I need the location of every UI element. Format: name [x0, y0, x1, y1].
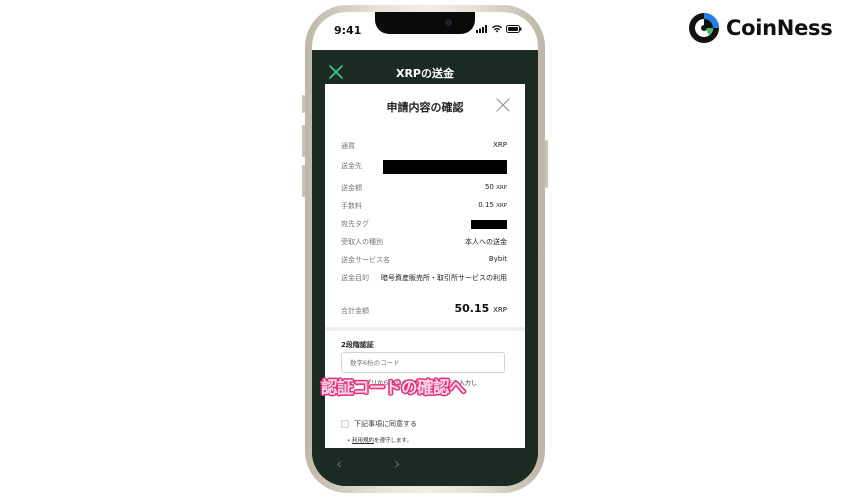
status-bar: 9:41: [312, 12, 538, 50]
row-value: 暗号資産販売所・取引所サービスの利用: [381, 274, 507, 282]
row-destination: 送金先: [341, 158, 507, 174]
row-purpose: 送金目的 暗号資産販売所・取引所サービスの利用: [341, 270, 507, 284]
row-value: 0.15 XRP: [478, 201, 507, 209]
verification-code-input[interactable]: [341, 352, 505, 373]
phone-volume-up-button: [302, 125, 305, 157]
modal-title: 申請内容の確認: [386, 101, 464, 114]
modal-close-icon[interactable]: [496, 98, 510, 112]
terms-link[interactable]: 利用規約: [352, 438, 374, 444]
row-label: 送金サービス名: [341, 256, 390, 264]
two-factor-title: 2段階認証: [341, 341, 374, 349]
row-label: 通貨: [341, 142, 355, 150]
coinness-logo-icon: [689, 13, 719, 43]
wifi-icon: [492, 25, 502, 33]
battery-icon: [506, 25, 522, 33]
notch: [375, 12, 475, 34]
redacted-tag: [471, 220, 507, 229]
row-amount: 送金額 50 XRP: [341, 180, 507, 194]
brand-logo-group: CoinNess: [688, 12, 833, 44]
row-label: 宛先タグ: [341, 220, 369, 228]
row-value: 50 XRP: [484, 183, 507, 191]
status-icons: [476, 25, 522, 33]
terms-line: • 利用規約を遵守します。: [347, 438, 412, 444]
row-recipient-type: 受取人の種別 本人への送金: [341, 234, 507, 248]
signal-icon: [476, 25, 487, 33]
row-label: 送金先: [341, 162, 362, 170]
total-label: 合計金額: [341, 307, 369, 315]
row-value: XRP: [493, 141, 507, 149]
browser-toolbar: ‹ ›: [312, 448, 538, 486]
overlay-caption: 認証コードの確認へ: [321, 378, 466, 397]
agreement-row[interactable]: 下記事項に同意する: [341, 419, 417, 429]
redacted-address: [383, 160, 507, 174]
phone-volume-down-button: [302, 165, 305, 197]
row-service-name: 送金サービス名 Bybit: [341, 252, 507, 266]
row-value: Bybit: [488, 255, 507, 263]
row-label: 送金額: [341, 184, 362, 192]
phone-power-button: [545, 140, 548, 188]
total-value: 50.15 XRP: [454, 302, 507, 315]
back-arrow-icon[interactable]: ‹: [336, 454, 342, 473]
agreement-label: 下記事項に同意する: [354, 420, 417, 428]
forward-arrow-icon[interactable]: ›: [394, 454, 400, 473]
phone-side-button: [302, 95, 305, 113]
agreement-checkbox[interactable]: [341, 420, 349, 428]
row-destination-tag: 宛先タグ: [341, 216, 507, 230]
front-camera-icon: [445, 19, 452, 26]
app-title: XRPの送金: [395, 67, 454, 80]
row-label: 手数料: [341, 202, 362, 210]
row-label: 受取人の種別: [341, 238, 383, 246]
section-divider: [325, 327, 525, 331]
phone-screen: 9:41 XRPの送金 申請内容の確認 通貨 XRP 送金先 送金額 50 XR…: [312, 12, 538, 486]
row-fee: 手数料 0.15 XRP: [341, 198, 507, 212]
status-time: 9:41: [334, 24, 362, 37]
row-label: 送金目的: [341, 274, 369, 282]
row-value: 本人への送金: [465, 238, 507, 246]
row-currency: 通貨 XRP: [341, 138, 507, 152]
brand-name: CoinNess: [726, 16, 833, 40]
